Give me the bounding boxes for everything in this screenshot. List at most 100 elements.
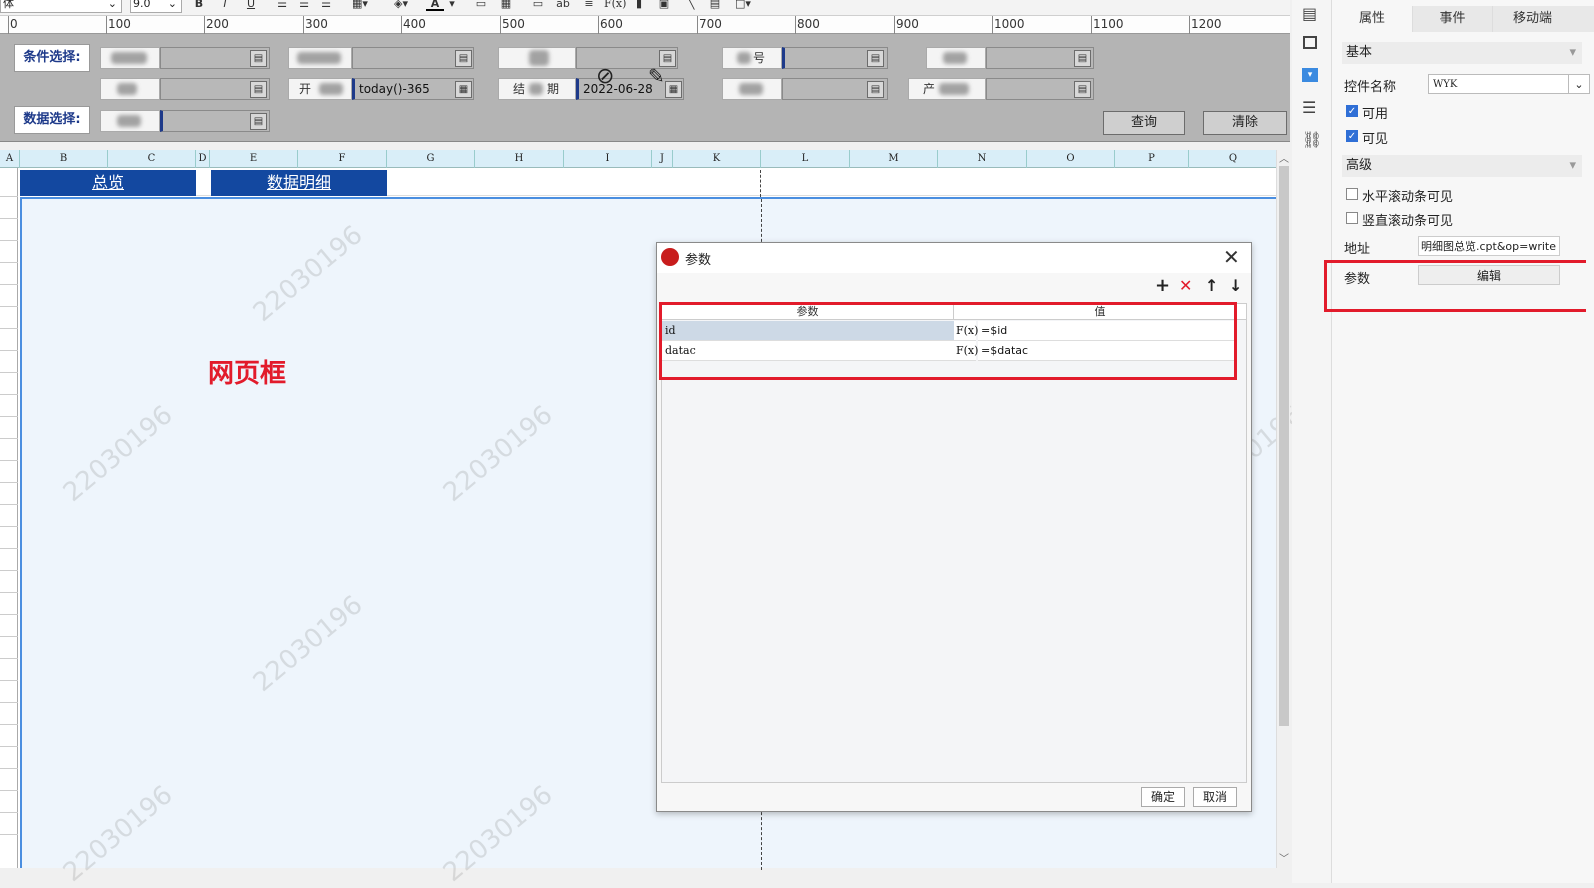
enabled-checkbox[interactable]: ✓: [1346, 105, 1358, 117]
textbox-icon[interactable]: ▭: [530, 0, 546, 11]
font-name-select[interactable]: 体 ⌄: [0, 0, 122, 13]
slash-icon[interactable]: ╲: [684, 0, 698, 11]
column-header-cell[interactable]: L: [761, 150, 850, 168]
column-header-cell[interactable]: M: [850, 150, 938, 168]
tab-overview[interactable]: 总览: [20, 170, 196, 196]
section-advanced[interactable]: 高级 ▾: [1342, 155, 1582, 177]
column-header-cell[interactable]: E: [210, 150, 298, 168]
column-header-cell[interactable]: K: [673, 150, 761, 168]
calendar-icon[interactable]: ▤: [250, 81, 267, 98]
column-header-cell[interactable]: P: [1115, 150, 1189, 168]
chart-icon[interactable]: ▮: [632, 0, 646, 11]
widget-settings-icon[interactable]: ▾: [1302, 68, 1318, 82]
ruler-tick: [992, 16, 993, 34]
bold-button[interactable]: B: [192, 0, 206, 11]
cell-element-icon[interactable]: [1303, 36, 1317, 49]
tab-properties[interactable]: 属性: [1332, 6, 1412, 32]
move-up-icon[interactable]: ↑: [1205, 276, 1218, 295]
column-header-cell[interactable]: O: [1027, 150, 1115, 168]
query-button[interactable]: 查询: [1103, 111, 1185, 135]
table-icon[interactable]: ▦: [498, 0, 514, 11]
section-basic[interactable]: 基本 ▾: [1342, 42, 1582, 64]
scroll-thumb[interactable]: [1279, 166, 1289, 726]
format-toolbar: 体 ⌄ 9.0 ⌄ B I U ☰ ☰ ☰ ▦▾ ◈▾ A ▾ ▭ ▦ ▭ ab…: [0, 0, 1290, 16]
ruler-label: 100: [108, 17, 131, 31]
chevron-down-icon[interactable]: ⌄: [1568, 74, 1590, 94]
chevron-down-icon[interactable]: ▾: [448, 0, 456, 11]
clear-button[interactable]: 清除: [1203, 111, 1287, 135]
horizontal-scrollbar-checkbox[interactable]: [1346, 188, 1358, 200]
visible-checkbox[interactable]: ✓: [1346, 130, 1358, 142]
control-name-label: 控件名称: [1344, 80, 1397, 95]
border-icon[interactable]: ▦▾: [348, 0, 372, 11]
subreport-icon[interactable]: ▤: [708, 0, 722, 11]
hyperlink-icon[interactable]: ⛓: [1302, 130, 1322, 149]
scroll-down-icon[interactable]: ﹀: [1277, 850, 1291, 865]
calendar-icon[interactable]: ▦: [665, 81, 682, 98]
ruler-tick: [894, 16, 895, 34]
horizontal-scrollbar-label: 水平滚动条可见: [1362, 190, 1454, 205]
row-divider: [0, 218, 18, 219]
column-header-cell[interactable]: B: [20, 150, 108, 168]
column-header-cell[interactable]: A: [0, 150, 20, 168]
cell-icon[interactable]: ▭: [474, 0, 488, 11]
section-basic-title: 基本: [1346, 45, 1373, 60]
sheet-vertical-scrollbar[interactable]: ︿ ﹀: [1276, 150, 1290, 868]
column-header-cell[interactable]: H: [475, 150, 564, 168]
column-header-cell[interactable]: G: [387, 150, 475, 168]
column-header-cell[interactable]: F: [298, 150, 387, 168]
row-divider: [0, 812, 18, 813]
calendar-icon[interactable]: ▤: [1074, 81, 1091, 98]
tab-data-details[interactable]: 数据明细: [211, 170, 387, 196]
row-divider: [0, 328, 18, 329]
control-name-input[interactable]: WYK: [1428, 74, 1570, 94]
formula-button[interactable]: F(x): [604, 0, 626, 11]
param-label-4: 号: [722, 47, 782, 69]
ruler-label: 1000: [994, 17, 1025, 31]
calendar-icon[interactable]: ▦: [455, 81, 472, 98]
row-divider: [0, 482, 18, 483]
sheet-row-1: [20, 169, 1276, 196]
tab-events[interactable]: 事件: [1412, 6, 1492, 32]
calendar-icon[interactable]: ▤: [867, 50, 884, 67]
move-down-icon[interactable]: ↓: [1229, 276, 1242, 295]
address-input[interactable]: 明细图总览.cpt&op=write: [1418, 236, 1560, 256]
web-frame-label: 网页框: [208, 359, 287, 389]
calendar-icon[interactable]: ▤: [455, 50, 472, 67]
column-header-cell[interactable]: D: [196, 150, 210, 168]
column-header-cell[interactable]: J: [652, 150, 673, 168]
calendar-icon[interactable]: ▤: [250, 113, 267, 130]
column-header-cell[interactable]: Q: [1189, 150, 1278, 168]
italic-button[interactable]: I: [218, 0, 232, 11]
text-widget-button[interactable]: ab: [554, 0, 572, 11]
text-color-button[interactable]: A: [426, 0, 444, 11]
close-icon[interactable]: ✕: [1223, 245, 1240, 269]
ok-button[interactable]: 确定: [1141, 787, 1185, 807]
align-center-icon[interactable]: ☰: [296, 0, 312, 11]
cancel-button[interactable]: 取消: [1193, 787, 1237, 807]
delete-icon[interactable]: ✕: [1179, 276, 1192, 295]
param-label-2: [288, 47, 352, 69]
column-header-cell[interactable]: C: [108, 150, 196, 168]
calendar-icon[interactable]: ▤: [1074, 50, 1091, 67]
tab-mobile[interactable]: 移动端: [1492, 6, 1572, 32]
vertical-scrollbar-checkbox[interactable]: [1346, 212, 1358, 224]
paragraph-icon[interactable]: ≡: [582, 0, 596, 11]
calendar-icon[interactable]: ▤: [250, 50, 267, 67]
column-header-cell[interactable]: I: [564, 150, 652, 168]
section-advanced-title: 高级: [1346, 158, 1373, 173]
font-size-select[interactable]: 9.0 ⌄: [130, 0, 182, 13]
image-icon[interactable]: ▣: [656, 0, 672, 11]
calendar-icon[interactable]: ▤: [867, 81, 884, 98]
scroll-up-icon[interactable]: ︿: [1277, 150, 1291, 165]
cell-attribute-icon[interactable]: ▤: [1302, 4, 1317, 23]
fill-color-icon[interactable]: ◈▾: [388, 0, 414, 11]
condition-attribute-icon[interactable]: ☰: [1302, 98, 1316, 117]
align-left-icon[interactable]: ☰: [274, 0, 290, 11]
frame-icon[interactable]: □▾: [732, 0, 754, 11]
column-header-cell[interactable]: N: [938, 150, 1027, 168]
align-right-icon[interactable]: ☰: [318, 0, 334, 11]
watermark: 22030196: [57, 779, 179, 888]
add-icon[interactable]: +: [1155, 275, 1170, 296]
underline-button[interactable]: U: [244, 0, 258, 11]
